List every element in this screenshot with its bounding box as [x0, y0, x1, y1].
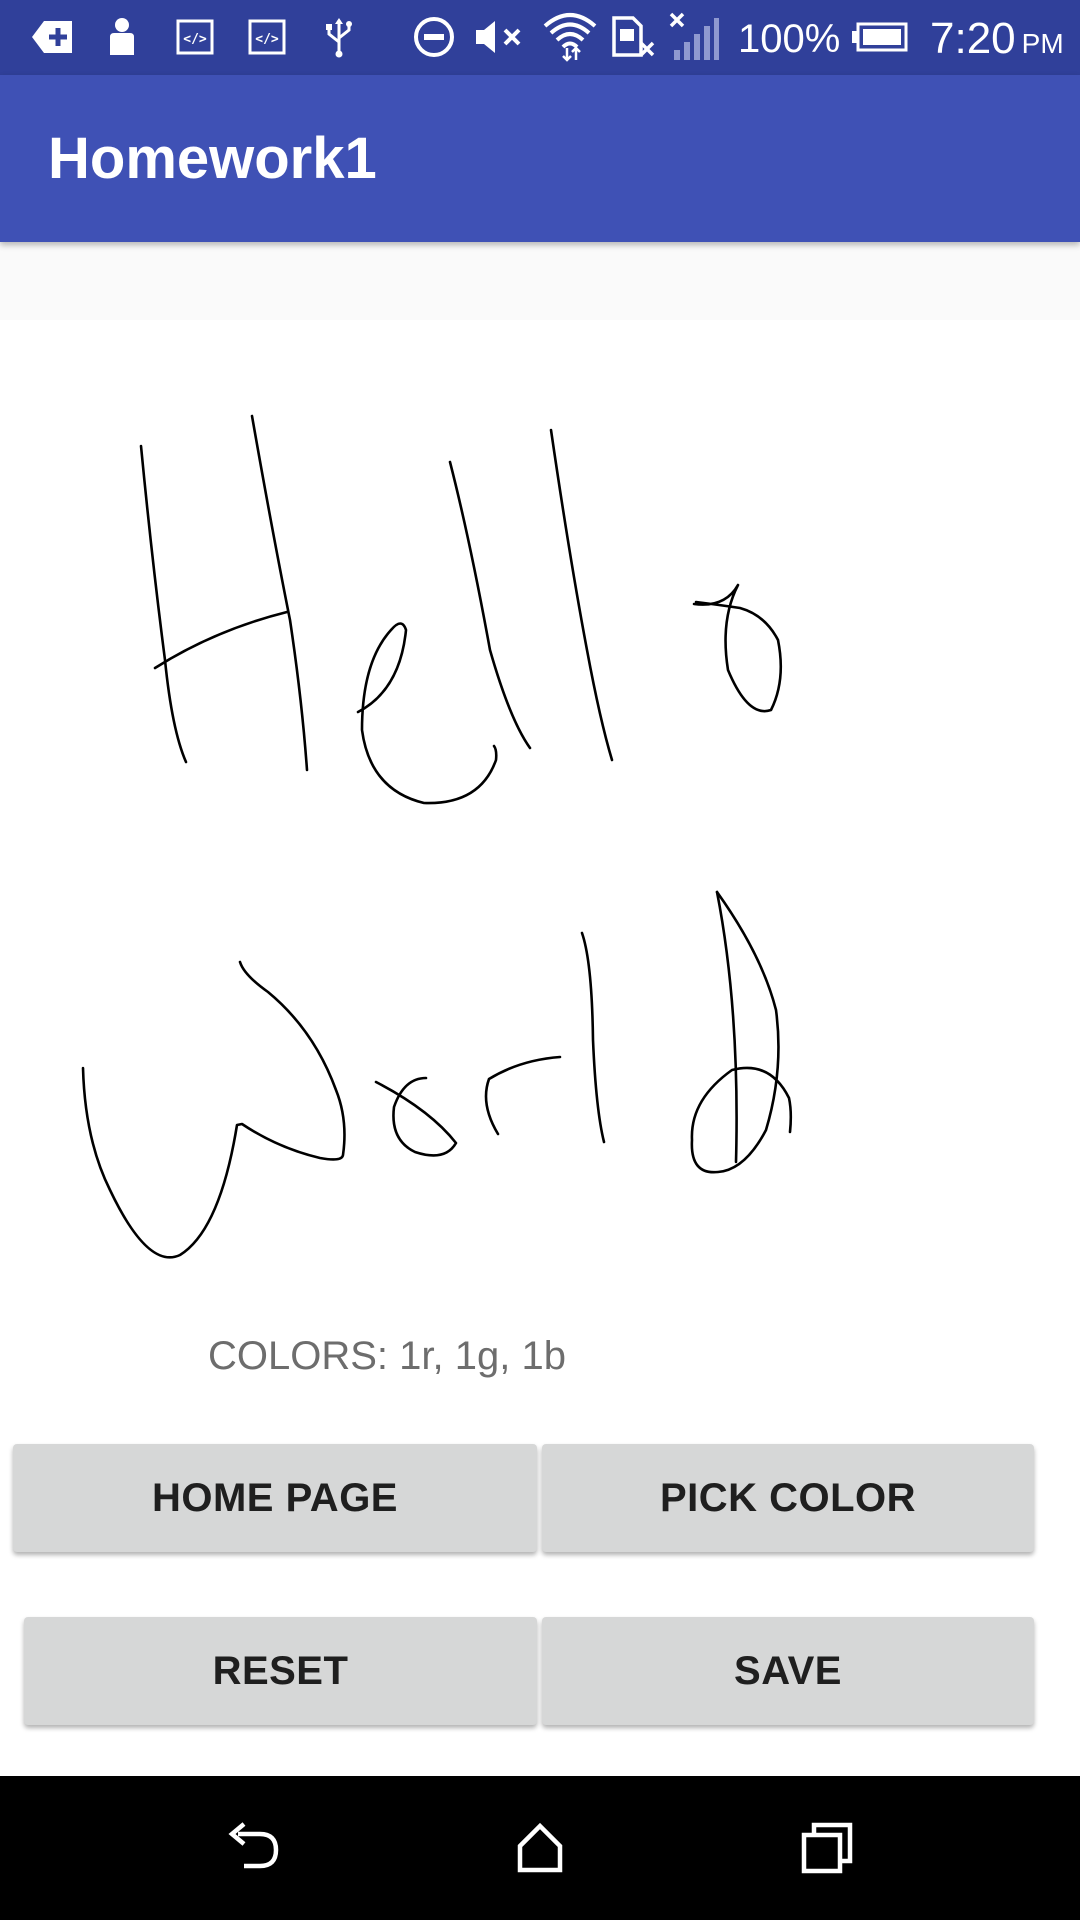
pick-color-button[interactable]: PICK COLOR: [542, 1444, 1034, 1552]
person-icon: [104, 12, 140, 62]
add-notification-icon: [28, 12, 76, 62]
status-clock: 7:20 PM: [930, 0, 1064, 75]
back-icon: [228, 1822, 279, 1869]
battery-percent: 100%: [738, 17, 841, 61]
stroke-o2: [374, 1076, 458, 1157]
handwriting-drawing: [81, 414, 793, 1259]
home-icon: [517, 1822, 563, 1873]
stroke-r: [484, 1055, 562, 1136]
home-button[interactable]: [470, 1776, 610, 1920]
stroke-l3: [580, 931, 606, 1144]
screen: </> </> 100% 7:20 PM Homework1 COLORS: 1…: [0, 0, 1080, 1920]
wifi-icon: [540, 12, 600, 62]
signal-no-service-icon: [668, 12, 720, 62]
svg-text:</>: </>: [255, 32, 279, 47]
content-header-strip: [0, 242, 1080, 320]
stroke-l1: [448, 460, 532, 750]
stroke-l2: [549, 428, 614, 762]
stroke-h-bar: [153, 610, 289, 670]
stroke-d-loop: [690, 890, 793, 1174]
navigation-bar: [0, 1776, 1080, 1920]
stroke-h-left: [139, 444, 188, 764]
stroke-d-stem: [715, 890, 738, 1164]
code-icon: </>: [246, 12, 288, 62]
volume-muted-icon: [472, 12, 528, 62]
battery-icon: [852, 12, 908, 62]
do-not-disturb-icon: [410, 12, 458, 62]
clock-ampm: PM: [1021, 28, 1064, 59]
recents-button[interactable]: [757, 1776, 897, 1920]
back-button[interactable]: [184, 1776, 324, 1920]
stroke-w: [81, 960, 346, 1259]
save-button[interactable]: SAVE: [542, 1617, 1034, 1725]
usb-icon: [320, 12, 358, 62]
app-bar: Homework1: [0, 75, 1080, 242]
recents-icon: [801, 1822, 853, 1874]
stroke-o: [692, 583, 783, 713]
page-title: Homework1: [48, 126, 377, 191]
stroke-h-right: [250, 414, 309, 772]
colors-label: COLORS: 1r, 1g, 1b: [208, 1334, 566, 1378]
drawing-canvas[interactable]: [0, 320, 1080, 1305]
home-page-button[interactable]: HOME PAGE: [13, 1444, 537, 1552]
no-sim-icon: [610, 12, 658, 62]
stroke-e: [356, 622, 498, 805]
reset-button[interactable]: RESET: [24, 1617, 537, 1725]
code-icon: </>: [174, 12, 216, 62]
status-bar: </> </> 100% 7:20 PM: [0, 0, 1080, 75]
svg-text:</>: </>: [183, 32, 207, 47]
clock-time: 7:20: [930, 14, 1016, 63]
